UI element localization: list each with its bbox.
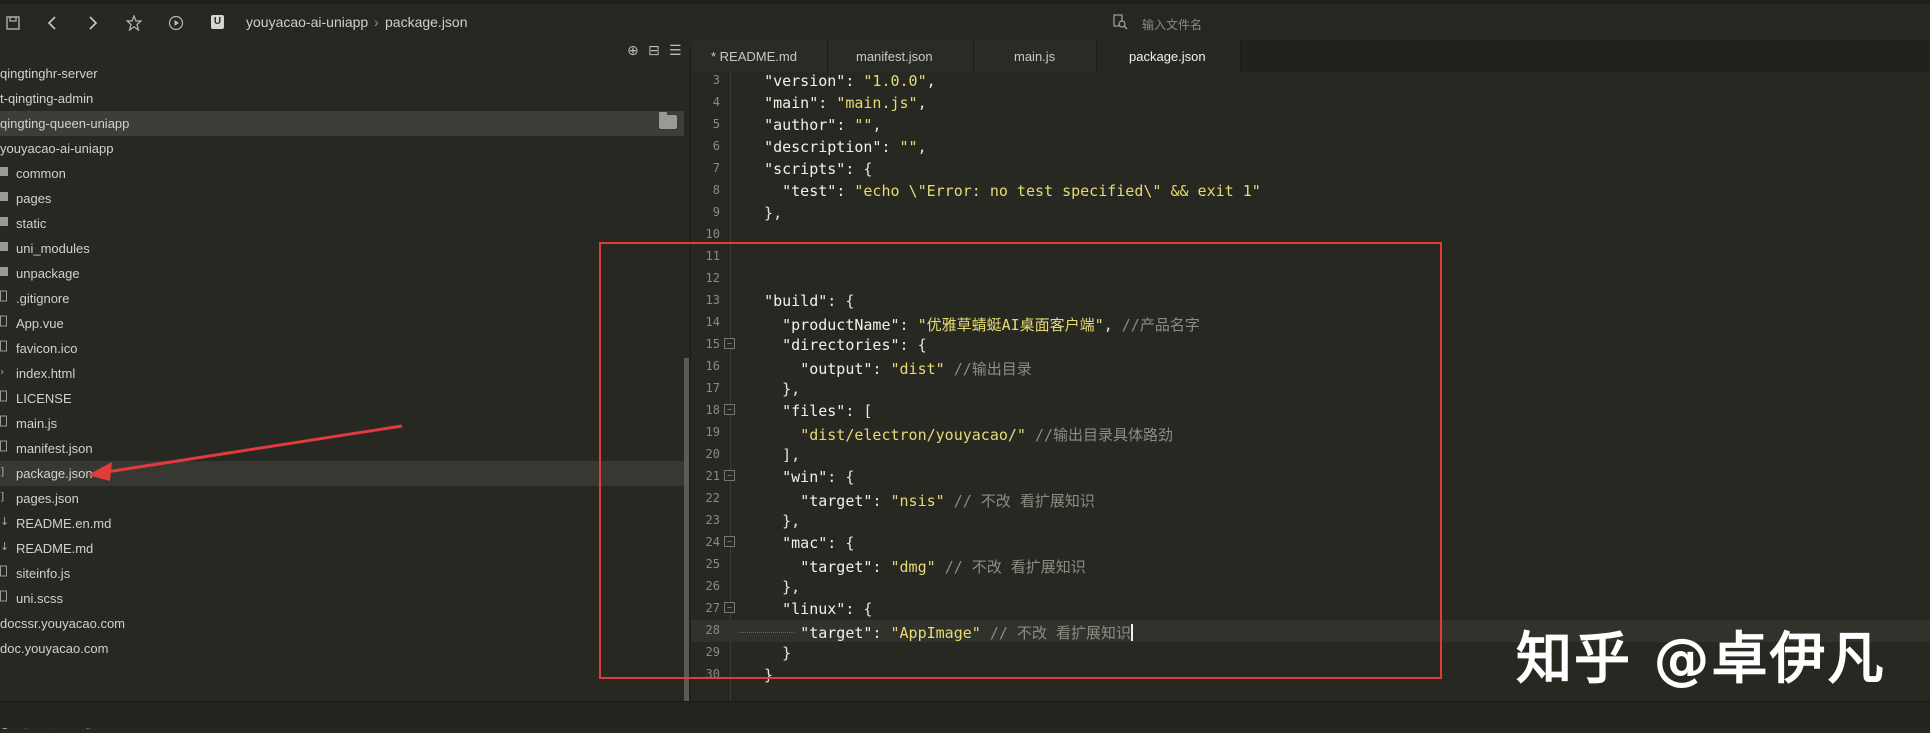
watermark-text: 知乎 @卓伊凡 xyxy=(1516,627,1886,692)
